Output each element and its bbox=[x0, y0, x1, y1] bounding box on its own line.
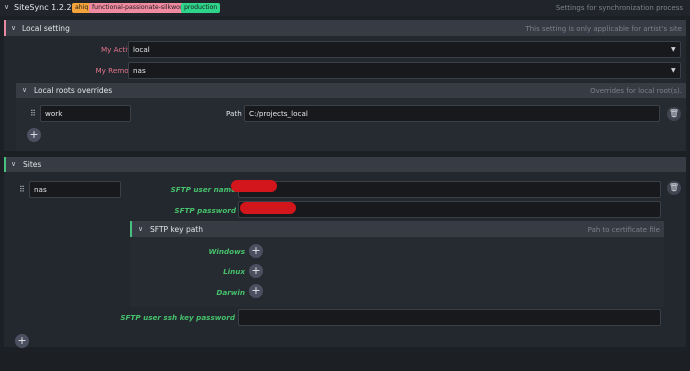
chevron-down-icon[interactable]: ▼ bbox=[671, 46, 676, 53]
plus-icon: + bbox=[251, 264, 261, 277]
local-setting-hint: This setting is only applicable for arti… bbox=[525, 25, 682, 33]
site-name-value: nas bbox=[34, 185, 47, 194]
trash-icon: 🗑 bbox=[668, 183, 680, 192]
platform-label-linux: Linux bbox=[223, 267, 245, 276]
variant-badge: functional-passionate-silkworm bbox=[89, 3, 192, 13]
app-title: SiteSync 1.2.2 bbox=[14, 3, 72, 12]
add-windows-path-button[interactable]: + bbox=[249, 244, 263, 258]
section-accent bbox=[130, 221, 132, 237]
overrides-header[interactable] bbox=[16, 83, 686, 98]
root-name-value: work bbox=[45, 109, 63, 118]
platform-label-windows: Windows bbox=[208, 247, 245, 256]
redaction-mark bbox=[231, 180, 277, 192]
active-site-select[interactable]: local bbox=[128, 41, 681, 58]
remove-root-button[interactable]: 🗑 bbox=[667, 107, 681, 121]
platform-label-darwin: Darwin bbox=[216, 288, 245, 297]
chevron-down-icon[interactable]: ∨ bbox=[22, 86, 27, 94]
sftp-user-name-input[interactable] bbox=[238, 181, 661, 198]
overrides-hint: Overrides for local root(s). bbox=[590, 87, 682, 95]
overrides-title: Local roots overrides bbox=[34, 86, 113, 95]
drag-handle-icon[interactable]: ⠿ bbox=[19, 185, 25, 194]
collapse-chevron-icon[interactable]: ∨ bbox=[4, 3, 9, 11]
path-label: Path bbox=[226, 109, 242, 118]
key-path-hint: Pah to certificate file bbox=[587, 226, 660, 234]
plus-icon: + bbox=[29, 128, 39, 141]
chevron-down-icon[interactable]: ∨ bbox=[138, 225, 143, 233]
ssh-key-password-input[interactable] bbox=[238, 309, 661, 326]
path-input[interactable]: C:/projects_local bbox=[244, 105, 660, 122]
add-site-button[interactable]: + bbox=[15, 334, 29, 348]
site-name-input[interactable]: nas bbox=[29, 181, 121, 198]
key-path-title: SFTP key path bbox=[150, 225, 203, 234]
add-linux-path-button[interactable]: + bbox=[249, 264, 263, 278]
plus-icon: + bbox=[251, 244, 261, 257]
root-name-input[interactable]: work bbox=[40, 105, 131, 122]
local-setting-title: Local setting bbox=[22, 24, 70, 33]
remote-site-select[interactable]: nas bbox=[128, 62, 681, 79]
section-accent bbox=[4, 20, 6, 36]
sites-header[interactable] bbox=[4, 157, 686, 172]
plus-icon: + bbox=[251, 284, 261, 297]
active-site-value: local bbox=[133, 45, 150, 54]
chevron-down-icon[interactable]: ∨ bbox=[11, 24, 16, 32]
environment-badge: production bbox=[181, 3, 221, 13]
redaction-mark bbox=[240, 202, 296, 214]
chevron-down-icon[interactable]: ∨ bbox=[11, 160, 16, 168]
sftp-password-input[interactable] bbox=[238, 201, 661, 218]
add-root-button[interactable]: + bbox=[27, 128, 41, 142]
section-accent bbox=[4, 157, 6, 172]
sftp-password-label: SFTP password bbox=[174, 206, 236, 215]
ssh-key-password-label: SFTP user ssh key password bbox=[120, 313, 235, 322]
trash-icon: 🗑 bbox=[668, 109, 680, 118]
chevron-down-icon[interactable]: ▼ bbox=[671, 67, 676, 74]
add-darwin-path-button[interactable]: + bbox=[249, 284, 263, 298]
remove-site-button[interactable]: 🗑 bbox=[667, 181, 681, 195]
plus-icon: + bbox=[17, 334, 27, 347]
sites-title: Sites bbox=[23, 160, 42, 169]
sftp-user-name-label: SFTP user name bbox=[170, 185, 236, 194]
app-hint: Settings for synchronization process bbox=[555, 4, 683, 12]
drag-handle-icon[interactable]: ⠿ bbox=[30, 109, 36, 118]
path-value: C:/projects_local bbox=[249, 109, 308, 118]
key-path-header[interactable] bbox=[130, 221, 664, 237]
remote-site-value: nas bbox=[133, 66, 146, 75]
